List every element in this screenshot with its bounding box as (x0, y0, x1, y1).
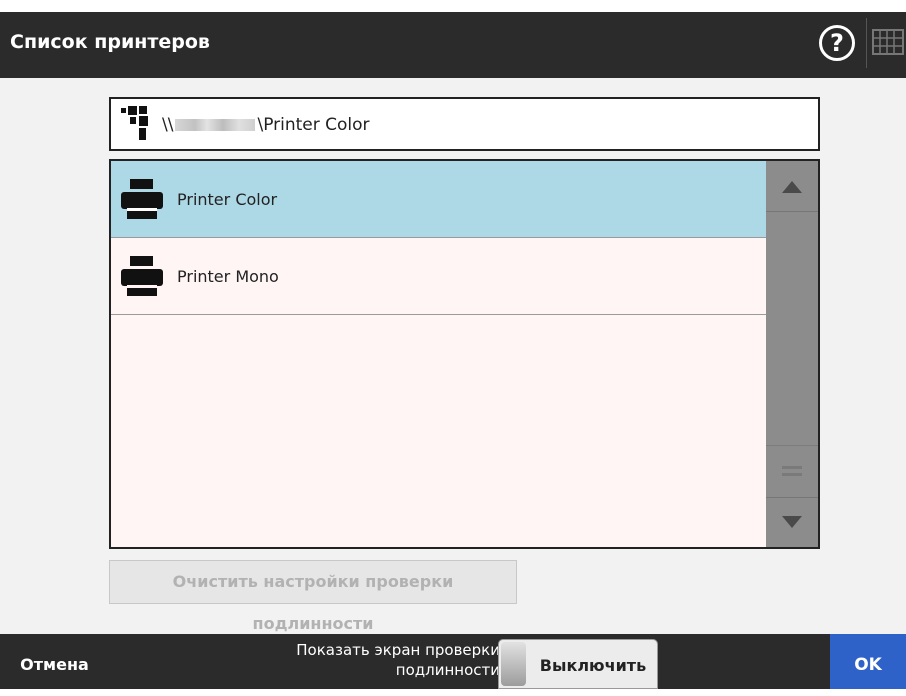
show-auth-screen-toggle[interactable]: Выключить (498, 639, 658, 689)
show-auth-screen-label: Показать экран проверки подлинности (240, 640, 500, 680)
printer-list-screen: Список принтеров ? \\ \Printer Color Pri… (0, 12, 906, 689)
path-suffix: \Printer Color (257, 115, 370, 135)
list-item-printer-color[interactable]: Printer Color (111, 161, 766, 238)
network-icon (121, 106, 155, 145)
footer-bar: Отмена Показать экран проверки подлиннос… (0, 634, 906, 689)
redacted-host (175, 119, 256, 131)
cancel-button[interactable]: Отмена (0, 634, 109, 689)
auth-label-line1: Показать экран проверки (296, 641, 500, 659)
ok-button[interactable]: OK (830, 634, 906, 689)
header-divider (866, 18, 867, 68)
printer-icon (121, 256, 163, 301)
keyboard-icon[interactable] (872, 27, 904, 57)
list-item-label: Printer Color (177, 190, 278, 209)
printer-list: Printer Color Printer Mono (109, 159, 820, 549)
printer-path-field: \\ \Printer Color (109, 97, 820, 151)
path-prefix: \\ (162, 115, 174, 135)
auth-label-line2: подлинности (395, 661, 500, 679)
toggle-knob[interactable] (501, 642, 526, 686)
list-item-label: Printer Mono (177, 267, 279, 286)
list-scrollbar[interactable] (766, 161, 818, 547)
scroll-down-icon[interactable] (766, 497, 818, 548)
scroll-up-icon[interactable] (766, 161, 818, 212)
help-icon[interactable]: ? (819, 25, 855, 61)
header-bar: Список принтеров ? (0, 12, 906, 78)
scroll-thumb-grip-icon[interactable] (766, 445, 818, 496)
page-title: Список принтеров (10, 31, 210, 53)
printer-path-text: \\ \Printer Color (162, 115, 370, 135)
printer-icon (121, 179, 163, 224)
toggle-state-label: Выключить (539, 656, 647, 675)
list-item-printer-mono[interactable]: Printer Mono (111, 238, 766, 315)
clear-auth-settings-button[interactable]: Очистить настройки проверки подлинности (109, 560, 517, 633)
